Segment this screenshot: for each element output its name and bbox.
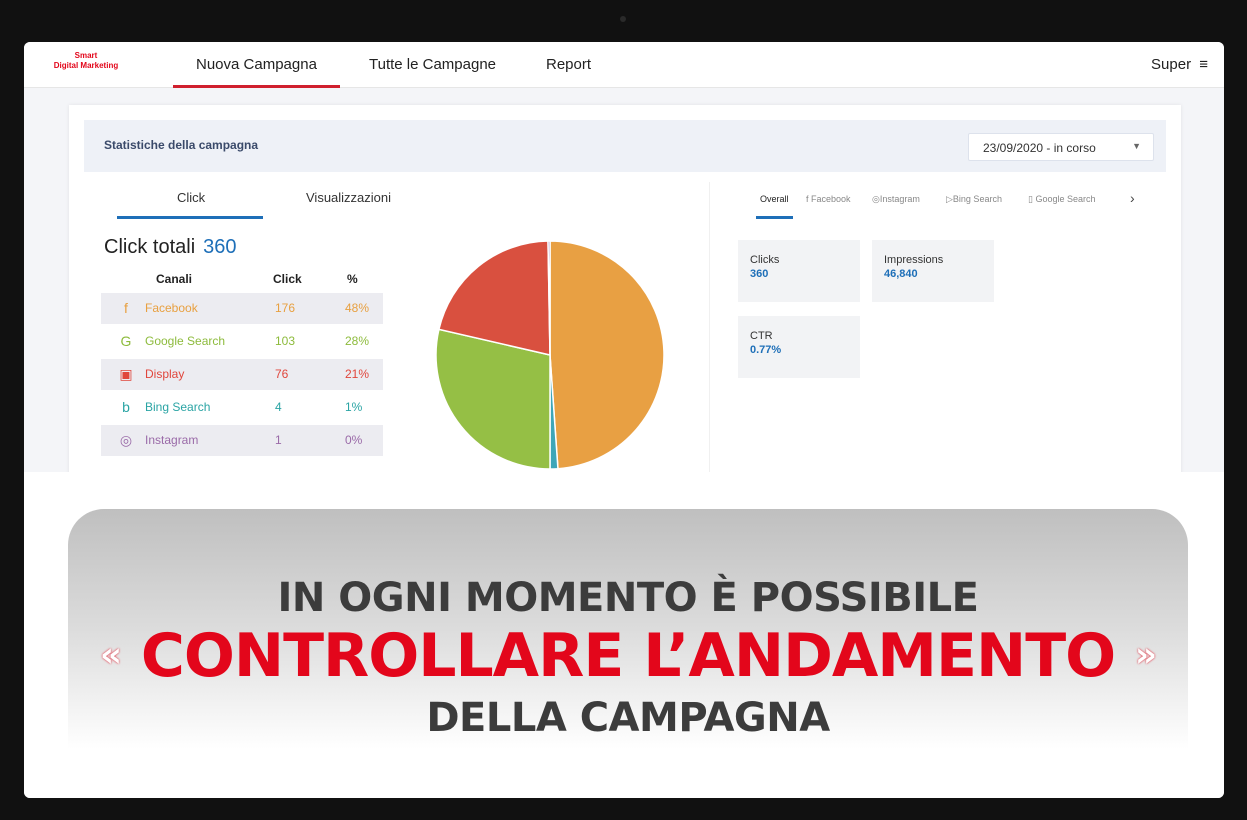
channel-name: Facebook bbox=[145, 301, 198, 315]
col-header-click: Click bbox=[273, 272, 302, 286]
stat-impressions-label: Impressions bbox=[884, 254, 944, 266]
banner-line-3: DELLA CAMPAGNA bbox=[426, 695, 830, 741]
stat-ctr-value: 0.77% bbox=[750, 344, 782, 356]
card-header: Statistiche della campagna 23/09/2020 - … bbox=[84, 120, 1166, 172]
tab-google-search-label: Google Search bbox=[1035, 194, 1096, 204]
channel-clicks: 4 bbox=[275, 400, 282, 414]
date-range-select[interactable]: 23/09/2020 - in corso ▼ bbox=[968, 133, 1154, 161]
tab-bing-search-label: Bing Search bbox=[952, 194, 1002, 204]
channel-percent: 48% bbox=[345, 301, 370, 315]
tab-visualizzazioni[interactable]: Visualizzazioni bbox=[306, 190, 391, 205]
banner-line-1: IN OGNI MOMENTO È POSSIBILE bbox=[277, 575, 980, 621]
click-total-value: 360 bbox=[203, 236, 237, 258]
device-bezel: Smart Digital Marketing Nuova Campagna T… bbox=[0, 0, 1247, 820]
nav-tab-nuova-campagna[interactable]: Nuova Campagna bbox=[173, 56, 340, 88]
stat-clicks-label: Clicks bbox=[750, 254, 780, 266]
table-row: b Bing Search 4 1% bbox=[101, 392, 383, 423]
click-total: Click totali 360 bbox=[104, 236, 237, 259]
stat-ctr-label: CTR bbox=[750, 330, 773, 342]
table-row: ▣ Display 76 21% bbox=[101, 359, 383, 390]
table-row: ◎ Instagram 1 0% bbox=[101, 425, 383, 456]
channels-table: Canali Click % f Facebook 176 48% G Google Se… bbox=[101, 267, 383, 456]
channel-clicks: 103 bbox=[275, 334, 296, 348]
top-navigation: Smart Digital Marketing Nuova Campagna T… bbox=[24, 42, 1224, 88]
pie-slice-facebook[interactable] bbox=[549, 240, 665, 470]
channel-percent: 1% bbox=[345, 400, 363, 414]
channel-clicks: 76 bbox=[275, 367, 289, 381]
tab-bing-search[interactable]: ▷Bing Search bbox=[946, 194, 1002, 205]
user-menu[interactable]: Super ≡ bbox=[1151, 56, 1208, 73]
table-header: Canali Click % bbox=[101, 267, 383, 291]
close-quote-icon: » bbox=[1135, 635, 1157, 675]
clicks-panel: Click Visualizzazioni Click totali 360 Ca… bbox=[84, 182, 702, 482]
tab-facebook-label: Facebook bbox=[811, 194, 851, 204]
display-icon: ▣ bbox=[119, 366, 133, 382]
col-header-canali: Canali bbox=[156, 272, 193, 286]
date-range-value: 23/09/2020 - in corso bbox=[983, 141, 1096, 155]
banner-line-2-text: CONTROLLARE L’ANDAMENTO bbox=[140, 621, 1116, 691]
tab-click[interactable]: Click bbox=[116, 190, 264, 219]
google-search-icon: G bbox=[120, 333, 132, 349]
stat-impressions: Impressions 46,840 bbox=[872, 240, 994, 302]
menu-icon[interactable]: ≡ bbox=[1199, 56, 1208, 73]
instagram-icon: ◎ bbox=[119, 432, 133, 448]
tab-instagram-label: Instagram bbox=[879, 194, 920, 204]
stat-ctr: CTR 0.77% bbox=[738, 316, 860, 378]
tab-overall[interactable]: Overall bbox=[756, 194, 792, 219]
screen: Smart Digital Marketing Nuova Campagna T… bbox=[24, 42, 1224, 798]
tab-instagram[interactable]: ◎Instagram bbox=[872, 194, 920, 205]
bing-search-icon: ▷ bbox=[946, 194, 953, 204]
chevron-right-icon[interactable]: › bbox=[1130, 190, 1135, 206]
col-header-percent: % bbox=[347, 272, 358, 286]
channel-name: Bing Search bbox=[145, 400, 211, 414]
open-quote-icon: « bbox=[99, 635, 122, 675]
channel-name: Google Search bbox=[145, 334, 226, 348]
instagram-icon: ◎ bbox=[872, 194, 880, 204]
tab-google-search[interactable]: ▯ Google Search bbox=[1028, 194, 1096, 205]
channel-clicks: 176 bbox=[275, 301, 296, 315]
stat-impressions-value: 46,840 bbox=[884, 268, 918, 280]
nav-tab-report[interactable]: Report bbox=[546, 56, 591, 73]
brand-line-1: Smart bbox=[74, 51, 98, 60]
promo-banner: IN OGNI MOMENTO È POSSIBILE « CONTROLLAR… bbox=[68, 509, 1188, 798]
channel-name: Instagram bbox=[145, 433, 199, 447]
tab-facebook[interactable]: f Facebook bbox=[806, 194, 851, 204]
channel-percent: 21% bbox=[345, 367, 370, 381]
bing-search-icon: b bbox=[122, 399, 130, 415]
table-row: f Facebook 176 48% bbox=[101, 293, 383, 324]
channel-name: Display bbox=[145, 367, 185, 381]
stat-clicks: Clicks 360 bbox=[738, 240, 860, 302]
card-title: Statistiche della campagna bbox=[104, 138, 259, 152]
stat-clicks-value: 360 bbox=[750, 268, 769, 280]
camera-dot bbox=[620, 16, 626, 22]
banner-line-2: « CONTROLLARE L’ANDAMENTO » bbox=[68, 621, 1188, 691]
clicks-pie-chart bbox=[435, 240, 665, 470]
brand-line-2: Digital Marketing bbox=[53, 61, 119, 70]
nav-tab-tutte-le-campagne[interactable]: Tutte le Campagne bbox=[369, 56, 496, 73]
overview-panel: Overall f Facebook ◎Instagram ▷Bing Sear… bbox=[709, 182, 1157, 482]
click-total-label: Click totali bbox=[104, 236, 196, 258]
brand-logo[interactable]: Smart Digital Marketing bbox=[46, 51, 126, 71]
channel-percent: 28% bbox=[345, 334, 370, 348]
facebook-icon: f bbox=[124, 300, 128, 316]
channel-clicks: 1 bbox=[275, 433, 282, 447]
chevron-down-icon: ▼ bbox=[1132, 141, 1141, 151]
user-name: Super bbox=[1151, 56, 1192, 73]
channel-percent: 0% bbox=[345, 433, 363, 447]
table-row: G Google Search 103 28% bbox=[101, 326, 383, 357]
campaign-stats-card: Statistiche della campagna 23/09/2020 - … bbox=[69, 105, 1181, 485]
